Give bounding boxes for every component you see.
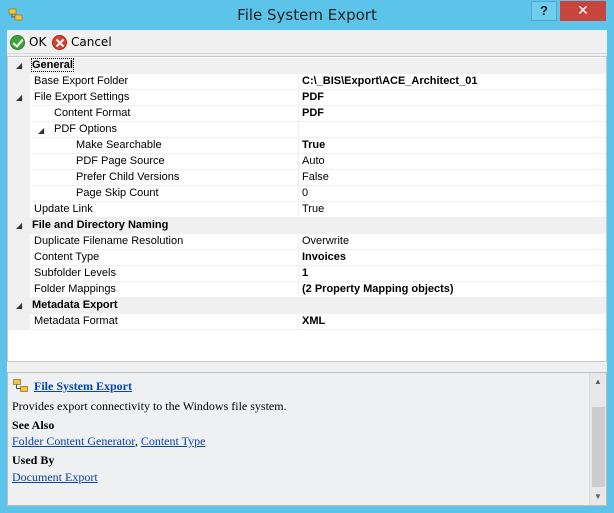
help-description: Provides export connectivity to the Wind… [12, 399, 287, 413]
property-name: Duplicate Filename Resolution [34, 235, 184, 247]
collapse-icon[interactable]: ◢ [16, 61, 22, 70]
property-row[interactable]: Page Skip Count 0 [8, 186, 606, 202]
export-icon [13, 379, 28, 392]
collapse-icon[interactable]: ◢ [38, 126, 44, 135]
property-row[interactable]: Subfolder Levels 1 [8, 266, 606, 282]
category-metadata-export[interactable]: ◢ Metadata Export [8, 298, 606, 314]
property-row[interactable]: Folder Mappings (2 Property Mapping obje… [8, 282, 606, 298]
property-name: Update Link [34, 203, 93, 215]
property-value[interactable]: 0 [302, 187, 308, 199]
property-name: Content Format [54, 107, 131, 119]
title-bar[interactable]: File System Export ? ✕ [0, 0, 614, 30]
property-row[interactable]: Make Searchable True [8, 138, 606, 154]
property-value[interactable]: C:\_BIS\Export\ACE_Architect_01 [302, 75, 477, 87]
collapse-icon[interactable]: ◢ [16, 221, 22, 230]
property-value[interactable]: XML [302, 315, 325, 327]
category-label: General [31, 58, 74, 72]
link-folder-content-generator[interactable]: Folder Content Generator [12, 434, 135, 448]
property-name: Metadata Format [34, 315, 118, 327]
property-row[interactable]: ◢ PDF Options [8, 122, 606, 138]
window: File System Export ? ✕ OK Cancel ◢ Gener… [0, 0, 614, 513]
scroll-down-icon[interactable]: ▼ [590, 488, 606, 505]
help-pane: File System Export Provides export conne… [7, 372, 607, 506]
property-row[interactable]: Content Format PDF [8, 106, 606, 122]
property-row[interactable]: Base Export Folder C:\_BIS\Export\ACE_Ar… [8, 74, 606, 90]
property-value[interactable]: (2 Property Mapping objects) [302, 283, 454, 295]
property-value[interactable]: Invoices [302, 251, 346, 263]
property-name: Prefer Child Versions [76, 171, 180, 183]
category-file-and-directory-naming[interactable]: ◢ File and Directory Naming [8, 218, 606, 234]
property-grid: ◢ General Base Export Folder C:\_BIS\Exp… [7, 56, 607, 362]
toolbar: OK Cancel [7, 30, 607, 54]
property-name: Page Skip Count [76, 187, 159, 199]
scroll-thumb[interactable] [592, 407, 605, 487]
used-by-heading: Used By [12, 453, 55, 467]
link-content-type[interactable]: Content Type [141, 434, 206, 448]
property-name: Folder Mappings [34, 283, 116, 295]
help-title-link[interactable]: File System Export [34, 379, 132, 394]
property-name: PDF Page Source [76, 155, 165, 167]
dialog-body: OK Cancel ◢ General Base Export Folder C… [7, 30, 607, 506]
property-row[interactable]: Duplicate Filename Resolution Overwrite [8, 234, 606, 250]
property-value[interactable]: 1 [302, 267, 308, 279]
property-value[interactable]: False [302, 171, 329, 183]
property-name: Make Searchable [76, 139, 162, 151]
scroll-up-icon[interactable]: ▲ [590, 373, 606, 390]
close-button[interactable]: ✕ [560, 1, 606, 21]
property-name: PDF Options [54, 123, 117, 135]
property-value[interactable]: PDF [302, 107, 324, 119]
property-value[interactable]: PDF [302, 91, 324, 103]
used-by-links: Document Export [12, 470, 98, 485]
cancel-icon [52, 34, 67, 50]
help-button[interactable]: ? [531, 1, 557, 21]
window-title: File System Export [237, 6, 377, 24]
property-row[interactable]: Prefer Child Versions False [8, 170, 606, 186]
ok-button[interactable]: OK [10, 33, 46, 51]
check-icon [10, 34, 25, 50]
see-also-links: Folder Content Generator, Content Type [12, 434, 205, 449]
property-row[interactable]: Update Link True [8, 202, 606, 218]
property-row[interactable]: PDF Page Source Auto [8, 154, 606, 170]
property-row[interactable]: ◢ File Export Settings PDF [8, 90, 606, 106]
help-scrollbar[interactable]: ▲ ▼ [589, 373, 606, 505]
collapse-icon[interactable]: ◢ [16, 301, 22, 310]
property-name: Subfolder Levels [34, 267, 116, 279]
pane-splitter[interactable] [7, 362, 607, 372]
property-row[interactable]: Content Type Invoices [8, 250, 606, 266]
link-document-export[interactable]: Document Export [12, 470, 98, 484]
category-label: Metadata Export [32, 299, 118, 311]
property-value[interactable]: Overwrite [302, 235, 349, 247]
property-name: Base Export Folder [34, 75, 129, 87]
collapse-icon[interactable]: ◢ [16, 93, 22, 102]
property-value[interactable]: True [302, 139, 325, 151]
see-also-heading: See Also [12, 418, 55, 432]
cancel-button[interactable]: Cancel [52, 33, 112, 51]
property-value[interactable]: True [302, 203, 324, 215]
property-name: File Export Settings [34, 91, 130, 103]
property-name: Content Type [34, 251, 100, 263]
property-row[interactable]: Metadata Format XML [8, 314, 606, 330]
property-value[interactable]: Auto [302, 155, 325, 167]
ok-label: OK [29, 35, 47, 49]
cancel-label: Cancel [71, 35, 112, 49]
category-general[interactable]: ◢ General [8, 58, 606, 74]
category-label: File and Directory Naming [32, 219, 169, 231]
